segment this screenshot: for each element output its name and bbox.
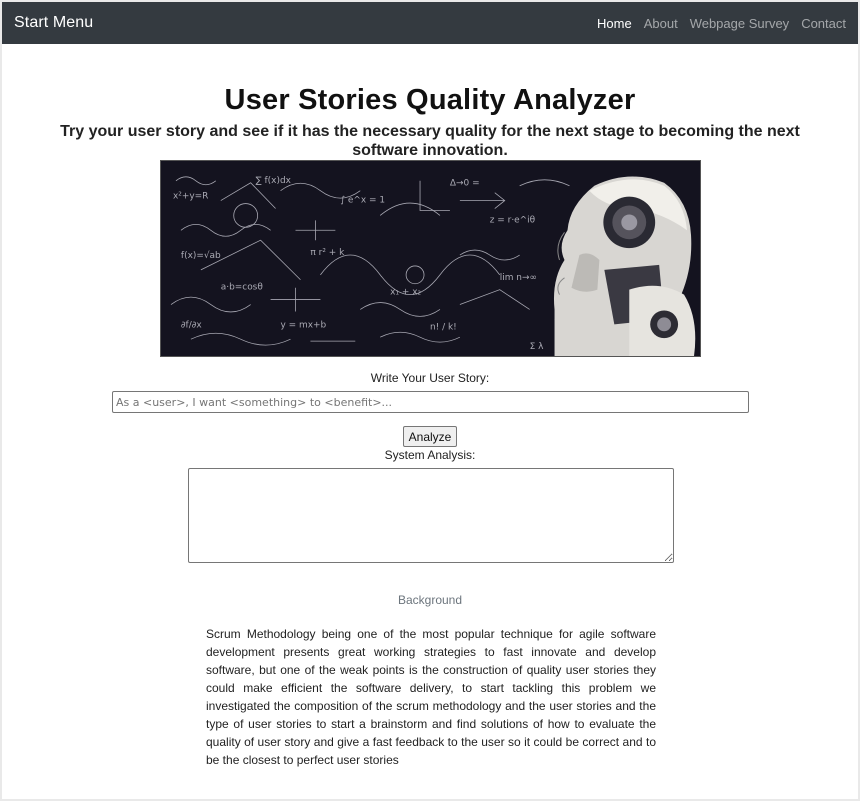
svg-text:π r² + k: π r² + k — [310, 248, 345, 258]
background-text: Scrum Methodology being one of the most … — [206, 627, 656, 767]
svg-text:f(x)=√ab: f(x)=√ab — [180, 250, 220, 261]
svg-text:a·b=cosθ: a·b=cosθ — [220, 283, 262, 293]
svg-text:Σ λ: Σ λ — [529, 342, 544, 352]
nav-links: Home About Webpage Survey Contact — [597, 16, 846, 31]
nav-survey-link[interactable]: Webpage Survey — [690, 16, 790, 31]
brand-link[interactable]: Start Menu — [14, 14, 93, 32]
navbar: Start Menu Home About Webpage Survey Con… — [2, 2, 858, 44]
story-label: Write Your User Story: — [370, 371, 490, 385]
page-title: User Stories Quality Analyzer — [224, 84, 636, 116]
nav-home-link[interactable]: Home — [597, 16, 632, 31]
svg-text:lim n→∞: lim n→∞ — [499, 273, 536, 283]
svg-text:z = r·e^iθ: z = r·e^iθ — [489, 215, 534, 225]
system-analysis-label: System Analysis: — [384, 448, 476, 462]
hero-image: x²+y=R ∑ f(x)dx ∫ e^x = 1 Δ→0 = z = r·e^… — [159, 160, 701, 357]
svg-text:∫ e^x = 1: ∫ e^x = 1 — [340, 196, 385, 206]
page-subtitle: Try your user story and see if it has th… — [60, 123, 800, 159]
svg-text:n! / k!: n! / k! — [430, 322, 457, 332]
svg-text:y = mx+b: y = mx+b — [280, 320, 326, 330]
svg-text:Δ→0 =: Δ→0 = — [449, 179, 479, 189]
background-heading: Background — [397, 593, 463, 607]
analyze-button[interactable]: Analyze — [402, 426, 458, 447]
user-story-input[interactable] — [112, 391, 749, 413]
page: Start Menu Home About Webpage Survey Con… — [2, 2, 858, 799]
nav-about-link[interactable]: About — [644, 16, 678, 31]
svg-text:x²+y=R: x²+y=R — [172, 192, 207, 202]
system-analysis-textarea[interactable] — [188, 468, 674, 563]
svg-text:x₁ + x₂: x₁ + x₂ — [390, 288, 421, 298]
nav-contact-link[interactable]: Contact — [801, 16, 846, 31]
svg-text:∑ f(x)dx: ∑ f(x)dx — [255, 176, 290, 186]
svg-text:∂f/∂x: ∂f/∂x — [180, 320, 201, 330]
